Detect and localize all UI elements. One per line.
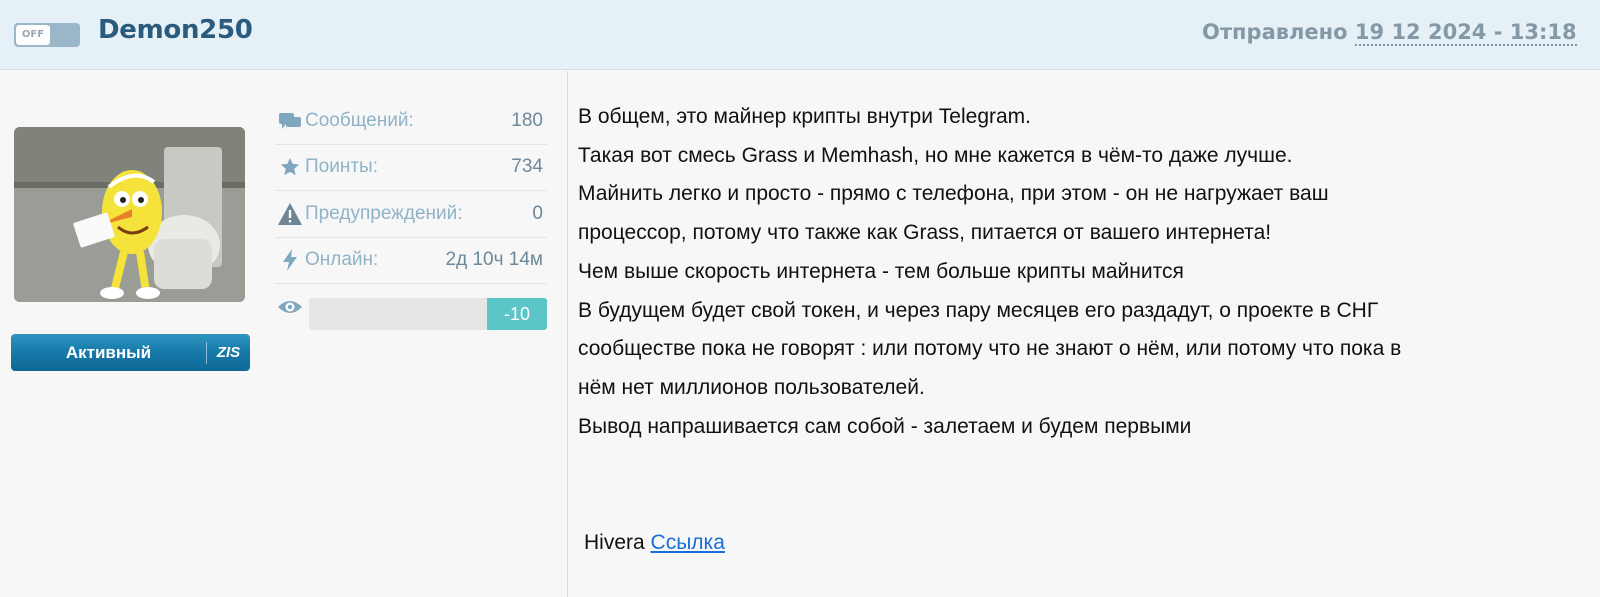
stat-online: Онлайн: 2д 10ч 14м xyxy=(275,238,547,284)
eye-icon xyxy=(275,297,305,317)
stat-points: Поинты: 734 xyxy=(275,145,547,191)
lightning-icon xyxy=(275,248,305,272)
author-username[interactable]: Demon250 xyxy=(98,15,253,45)
signature-text: Hivera xyxy=(584,531,645,554)
post-line: Чем выше скорость интернета - тем больше… xyxy=(578,259,1184,283)
post-line: Майнить легко и просто - прямо с телефон… xyxy=(578,182,1329,206)
toggle-off-label: OFF xyxy=(16,25,50,45)
stat-label: Поинты: xyxy=(305,156,378,178)
author-stats: Сообщений: 180 Поинты: 734 Предупреждени… xyxy=(275,98,547,331)
online-status-toggle[interactable]: OFF xyxy=(14,23,80,47)
star-icon xyxy=(275,156,305,178)
post-line: В общем, это майнер крипты внутри Telegr… xyxy=(578,105,1031,128)
post-line: нём нет миллионов пользователей. xyxy=(578,375,925,399)
stat-label: Предупреждений: xyxy=(305,202,463,224)
stat-warnings: Предупреждений: 0 xyxy=(275,191,547,238)
post-line: процессор, потому что также как Grass, п… xyxy=(578,221,1272,245)
stat-value: 180 xyxy=(511,109,543,131)
post-line: Такая вот смесь Grass и Memhash, но мне … xyxy=(578,143,1293,167)
post-line: сообществе пока не говорят : или потому … xyxy=(578,337,1402,361)
stat-value: 2д 10ч 14м xyxy=(445,249,543,271)
signature-link[interactable]: Ссылка xyxy=(651,531,725,554)
messages-icon xyxy=(275,111,305,131)
stat-reputation: -10 xyxy=(275,284,547,331)
warning-icon xyxy=(275,202,305,226)
stat-label: Онлайн: xyxy=(305,249,379,271)
stat-value: 0 xyxy=(532,202,543,224)
post-signature: Hivera Ссылка xyxy=(584,531,725,555)
post-date: Отправлено 19 12 2024 - 13:18 xyxy=(1202,20,1577,46)
reputation-bar[interactable]: -10 xyxy=(309,298,547,330)
post-line: Вывод напрашивается сам собой - залетаем… xyxy=(578,414,1192,438)
rank-badge: Активный ZIS xyxy=(11,334,250,371)
stat-label: Сообщений: xyxy=(305,109,414,131)
reputation-value: -10 xyxy=(487,298,547,330)
post-header: OFF Demon250 Отправлено 19 12 2024 - 13:… xyxy=(0,0,1600,70)
rank-logo: ZIS xyxy=(216,344,241,361)
sent-label: Отправлено xyxy=(1202,20,1348,44)
post-content: В общем, это майнер крипты внутри Telegr… xyxy=(578,98,1588,446)
rank-label: Активный xyxy=(65,342,152,362)
post-line: В будущем будет свой токен, и через пару… xyxy=(578,298,1379,322)
avatar[interactable] xyxy=(14,127,245,302)
avatar-image xyxy=(14,127,245,302)
stat-value: 734 xyxy=(511,156,543,178)
sent-date-link[interactable]: 19 12 2024 - 13:18 xyxy=(1354,20,1577,46)
stat-messages: Сообщений: 180 xyxy=(275,98,547,145)
